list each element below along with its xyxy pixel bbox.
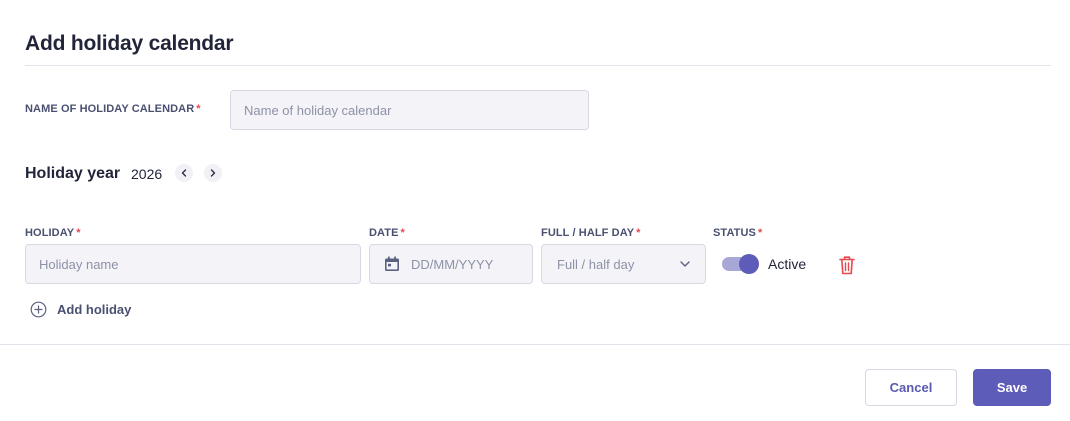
full-half-day-select[interactable]: Full / half day xyxy=(541,244,706,284)
status-toggle[interactable] xyxy=(722,254,759,274)
page-title: Add holiday calendar xyxy=(25,32,234,55)
cancel-button[interactable]: Cancel xyxy=(865,369,957,406)
holiday-column-label-text: HOLIDAY xyxy=(25,227,75,239)
calendar-name-label: NAME OF HOLIDAY CALENDAR * xyxy=(25,103,201,115)
delete-trash-icon[interactable] xyxy=(837,254,857,276)
required-mark: * xyxy=(76,227,81,239)
chevron-left-icon xyxy=(181,169,187,177)
full-half-column-label: FULL / HALF DAY * xyxy=(541,227,641,239)
toggle-knob xyxy=(739,254,759,274)
chevron-right-icon xyxy=(210,169,216,177)
chevron-down-icon xyxy=(680,261,690,267)
status-column-label: STATUS * xyxy=(713,227,762,239)
calendar-name-label-text: NAME OF HOLIDAY CALENDAR xyxy=(25,103,195,115)
date-input[interactable]: DD/MM/YYYY xyxy=(369,244,533,284)
full-half-day-placeholder: Full / half day xyxy=(557,256,635,272)
status-label: Active xyxy=(768,256,807,272)
full-half-column-label-text: FULL / HALF DAY xyxy=(541,227,635,239)
status-column-label-text: STATUS xyxy=(713,227,756,239)
date-column-label-text: DATE xyxy=(369,227,399,239)
date-placeholder: DD/MM/YYYY xyxy=(411,256,494,272)
date-column-label: DATE * xyxy=(369,227,405,239)
add-holiday-label: Add holiday xyxy=(57,302,132,317)
holiday-year-label: Holiday year xyxy=(25,165,121,182)
required-mark: * xyxy=(196,103,201,115)
calendar-icon xyxy=(385,256,399,271)
holiday-name-input[interactable] xyxy=(25,244,361,284)
holiday-column-label: HOLIDAY * xyxy=(25,227,81,239)
calendar-name-input[interactable] xyxy=(230,90,589,130)
add-holiday-button[interactable]: Add holiday xyxy=(30,301,131,318)
header-divider xyxy=(25,65,1051,66)
required-mark: * xyxy=(757,227,763,239)
required-mark: * xyxy=(400,227,405,239)
required-mark: * xyxy=(636,227,641,239)
save-button[interactable]: Save xyxy=(973,369,1051,406)
footer-divider xyxy=(0,344,1070,345)
plus-circle-icon xyxy=(30,301,47,318)
next-year-button[interactable] xyxy=(204,164,222,182)
previous-year-button[interactable] xyxy=(175,164,193,182)
holiday-year-value: 2026 xyxy=(131,166,163,182)
